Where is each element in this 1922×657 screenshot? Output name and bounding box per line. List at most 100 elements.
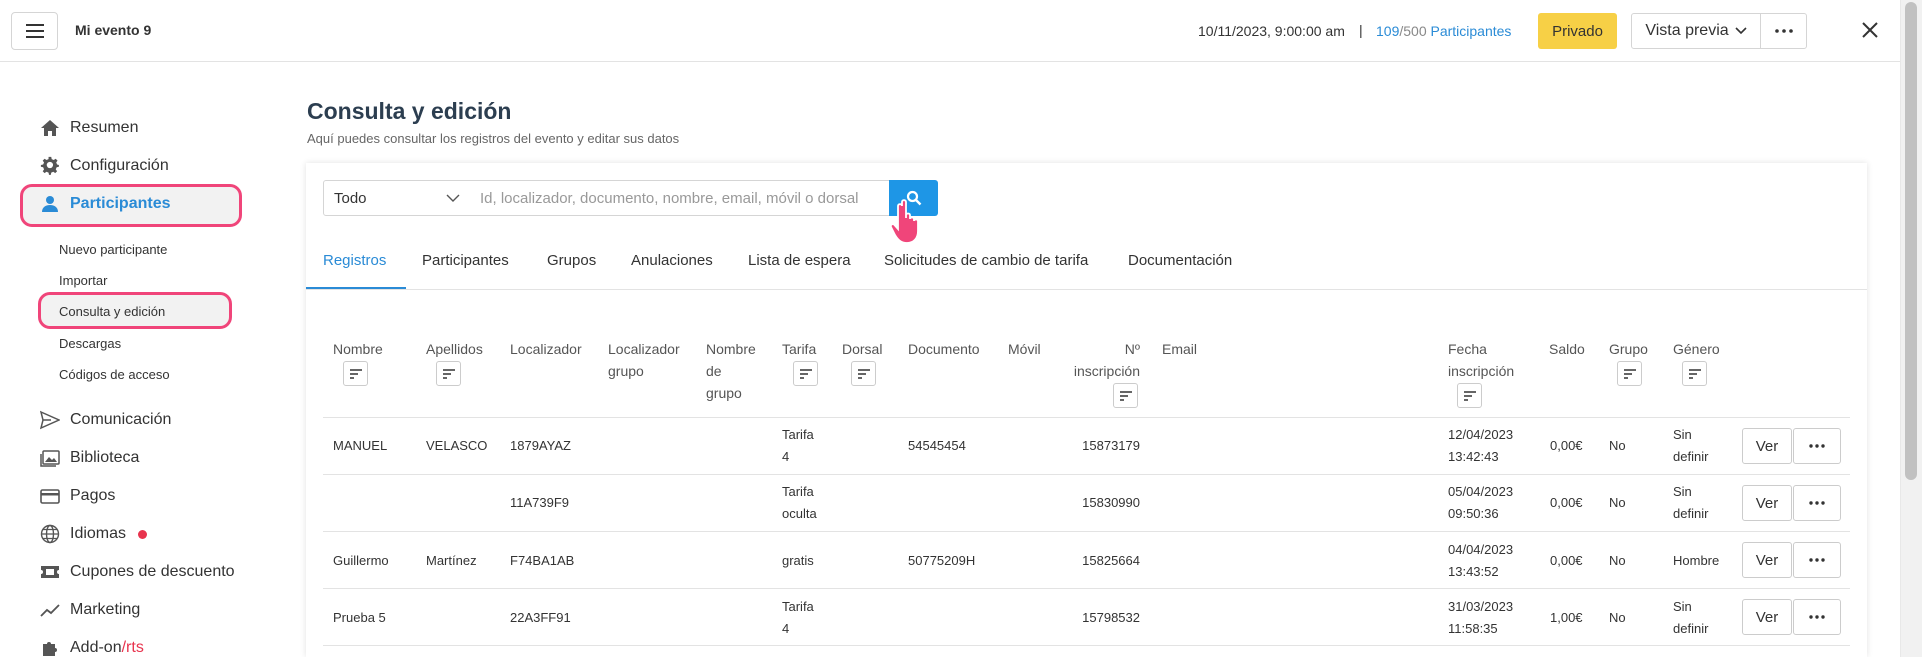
- cell-localizador: 22A3FF91: [510, 610, 571, 625]
- row-more-button[interactable]: [1793, 542, 1841, 578]
- sidebar-subitem-nuevo[interactable]: Nuevo participante: [59, 242, 167, 257]
- sidebar-item-cupones[interactable]: Cupones de descuento: [40, 562, 235, 582]
- sort-icon: [857, 368, 870, 379]
- tab-lista-espera[interactable]: Lista de espera: [748, 252, 851, 269]
- row-divider: [323, 588, 1850, 589]
- dots-icon: [1809, 615, 1825, 619]
- cell-saldo: 0,00€: [1550, 438, 1583, 453]
- col-header-line: inscripción: [1448, 363, 1515, 379]
- sidebar-item-idiomas[interactable]: Idiomas: [40, 524, 148, 544]
- cell-line: 11:58:35: [1448, 621, 1498, 636]
- sidebar-item-marketing[interactable]: Marketing: [40, 600, 140, 620]
- cell-saldo: 0,00€: [1550, 495, 1583, 510]
- filter-select-value: Todo: [334, 189, 367, 207]
- col-header-documento: Documento: [908, 341, 980, 357]
- sidebar-subitem-codigos[interactable]: Códigos de acceso: [59, 367, 170, 382]
- cell-localizador: 1879AYAZ: [510, 438, 571, 453]
- ver-button[interactable]: Ver: [1742, 542, 1792, 578]
- cell-tarifa: Tarifa oculta: [782, 481, 817, 525]
- sort-icon: [1688, 368, 1701, 379]
- cell-line: Sin: [1673, 599, 1692, 614]
- sort-icon: [1463, 390, 1476, 401]
- sidebar-item-participantes[interactable]: Participantes: [40, 194, 170, 214]
- col-header-line: Fecha: [1448, 341, 1487, 357]
- cell-genero: Sin definir: [1673, 424, 1708, 468]
- cell-line: 4: [782, 621, 790, 636]
- header-separator: |: [1359, 22, 1363, 38]
- cell-saldo: 1,00€: [1550, 610, 1583, 625]
- addon-label: Add-on: [70, 639, 122, 656]
- dots-icon: [1809, 444, 1825, 448]
- cell-line: Tarifa: [782, 427, 814, 442]
- sidebar-subitem-descargas[interactable]: Descargas: [59, 336, 121, 351]
- col-header-email: Email: [1162, 341, 1198, 357]
- row-more-button[interactable]: [1793, 428, 1841, 464]
- ver-button[interactable]: Ver: [1742, 599, 1792, 635]
- sidebar-item-biblioteca[interactable]: Biblioteca: [40, 448, 139, 468]
- cell-nombre: MANUEL: [333, 438, 388, 453]
- close-icon[interactable]: [1858, 18, 1882, 42]
- dots-icon: [1809, 558, 1825, 562]
- col-header-apellidos: Apellidos: [426, 341, 483, 357]
- tab-grupos[interactable]: Grupos: [547, 252, 596, 269]
- col-header-nombre: Nombre: [333, 341, 383, 357]
- row-more-button[interactable]: [1793, 599, 1841, 635]
- sidebar-subitem-consulta[interactable]: Consulta y edición: [59, 304, 165, 319]
- privado-button[interactable]: Privado: [1538, 13, 1617, 49]
- more-options-button[interactable]: [1760, 13, 1807, 49]
- tab-registros[interactable]: Registros: [323, 252, 386, 269]
- tab-participantes[interactable]: Participantes: [422, 252, 509, 269]
- cell-grupo: No: [1609, 495, 1626, 510]
- menu-button[interactable]: [11, 12, 58, 50]
- search-input[interactable]: [470, 180, 890, 216]
- sidebar-item-addon[interactable]: Add-on/rts: [40, 638, 144, 657]
- sort-grupo-button[interactable]: [1617, 361, 1642, 386]
- sort-apellidos-button[interactable]: [436, 361, 461, 386]
- sidebar-subitem-importar[interactable]: Importar: [59, 273, 107, 288]
- cell-line: 04/04/2023: [1448, 542, 1514, 557]
- ver-button[interactable]: Ver: [1742, 428, 1792, 464]
- chevron-down-icon: [1735, 27, 1747, 35]
- sort-num-inscripcion-button[interactable]: [1113, 383, 1138, 408]
- col-header-saldo: Saldo: [1549, 341, 1585, 357]
- dots-icon: [1774, 29, 1793, 33]
- col-header-tarifa: Tarifa: [782, 341, 817, 357]
- hamburger-icon: [25, 24, 44, 38]
- cell-localizador: F74BA1AB: [510, 553, 575, 568]
- ver-button[interactable]: Ver: [1742, 485, 1792, 521]
- sidebar-item-resumen[interactable]: Resumen: [40, 118, 138, 138]
- cell-line: Sin: [1673, 427, 1692, 442]
- card-icon: [40, 489, 60, 504]
- tabs-bar: Registros Participantes Grupos Anulacion…: [306, 232, 1867, 290]
- row-more-button[interactable]: [1793, 485, 1841, 521]
- tab-solicitudes[interactable]: Solicitudes de cambio de tarifa: [884, 252, 1088, 269]
- tab-anulaciones[interactable]: Anulaciones: [631, 252, 713, 269]
- sidebar-item-configuracion[interactable]: Configuración: [40, 156, 169, 176]
- vista-previa-label: Vista previa: [1645, 22, 1729, 39]
- sort-tarifa-button[interactable]: [793, 361, 818, 386]
- participants-count[interactable]: 109/500 Participantes: [1376, 23, 1511, 39]
- col-header-line: inscripción: [1073, 363, 1140, 379]
- scrollbar-thumb[interactable]: [1905, 2, 1917, 480]
- cell-fecha: 31/03/2023 11:58:35: [1448, 596, 1513, 640]
- sort-nombre-button[interactable]: [343, 361, 368, 386]
- sidebar-item-pagos[interactable]: Pagos: [40, 486, 115, 506]
- sidebar-label: Comunicación: [70, 411, 172, 428]
- tab-documentacion[interactable]: Documentación: [1128, 252, 1232, 269]
- sort-genero-button[interactable]: [1682, 361, 1707, 386]
- filter-select[interactable]: Todo: [323, 180, 471, 216]
- sidebar-item-comunicacion[interactable]: Comunicación: [40, 410, 171, 430]
- chevron-down-icon: [446, 194, 460, 202]
- scrollbar[interactable]: [1900, 0, 1922, 657]
- col-header-line: grupo: [608, 363, 644, 379]
- sort-dorsal-button[interactable]: [851, 361, 876, 386]
- vista-previa-button[interactable]: Vista previa: [1631, 13, 1761, 49]
- cell-line: definir: [1673, 449, 1709, 464]
- sort-icon: [442, 368, 455, 379]
- cell-num-inscripcion: 15830990: [1082, 495, 1140, 510]
- cell-line: definir: [1673, 506, 1709, 521]
- cell-tarifa: Tarifa 4: [782, 596, 814, 640]
- col-header-line: Localizador: [608, 341, 680, 357]
- sidebar-label: Marketing: [70, 601, 141, 618]
- sort-fecha-button[interactable]: [1457, 383, 1482, 408]
